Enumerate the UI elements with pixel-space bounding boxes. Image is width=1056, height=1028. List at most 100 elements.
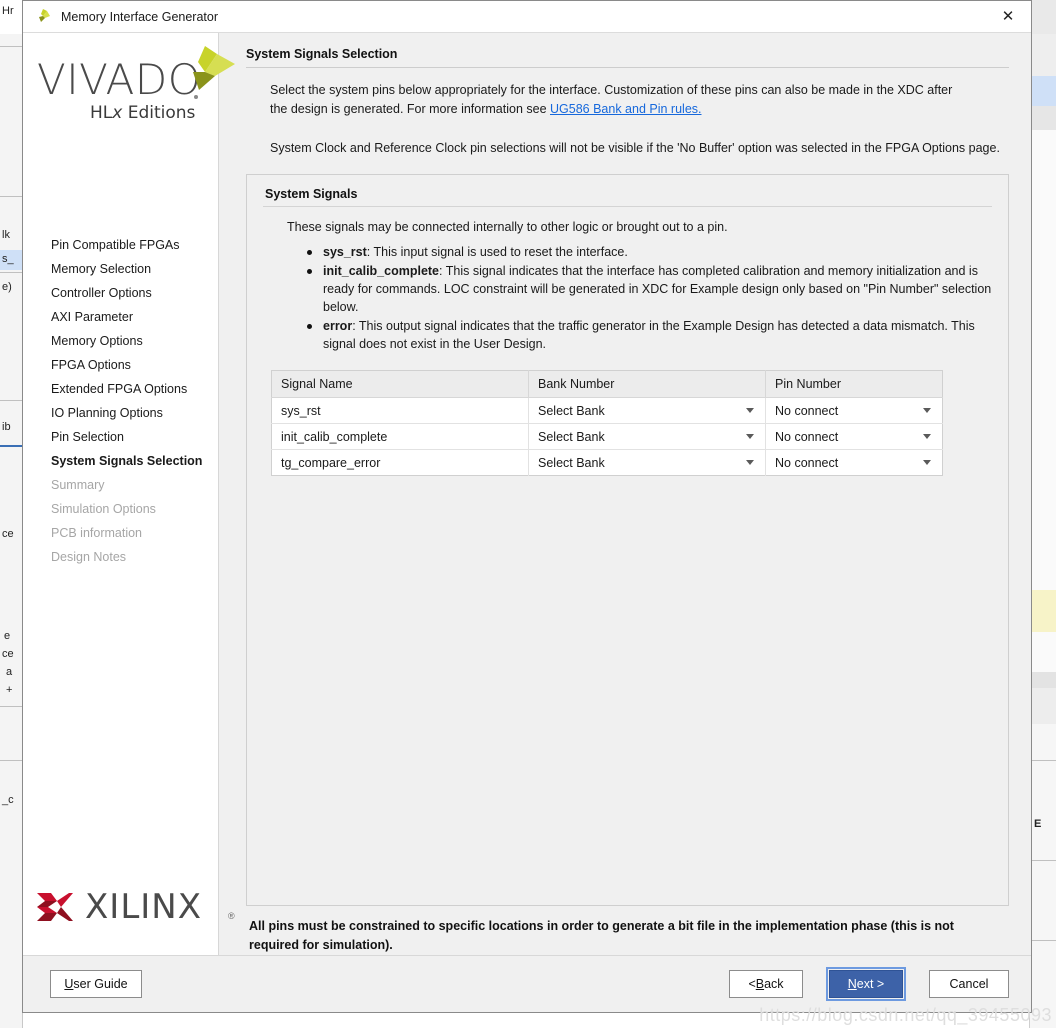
- bank-select-value: Select Bank: [538, 403, 605, 418]
- chevron-down-icon: [746, 408, 754, 413]
- intro-paragraph: Select the system pins below appropriate…: [270, 81, 970, 119]
- intro-note: System Clock and Reference Clock pin sel…: [270, 141, 1000, 155]
- column-header-bank-number: Bank Number: [528, 370, 766, 398]
- cell-bank-number: Select Bank: [528, 449, 766, 476]
- close-icon: ✕: [1001, 7, 1015, 25]
- user-guide-button[interactable]: User Guide: [50, 970, 142, 998]
- table-row: init_calib_complete Select Bank No conne…: [271, 423, 943, 450]
- chevron-down-icon: [746, 434, 754, 439]
- next-label: ext >: [856, 977, 885, 991]
- sidebar-item-fpga-options[interactable]: FPGA Options: [23, 353, 218, 377]
- chevron-down-icon: [923, 460, 931, 465]
- chevron-down-icon: [923, 408, 931, 413]
- bullet-term-sys-rst: sys_rst: [323, 245, 367, 259]
- window-title: Memory Interface Generator: [61, 9, 219, 24]
- back-label: ack: [764, 977, 784, 991]
- user-guide-label: ser Guide: [73, 977, 128, 991]
- wizard-sidebar: VIVADO HLx Editions Pin Compatible FPGAs…: [23, 33, 235, 955]
- dialog-button-bar: User Guide < Back Next > Cancel: [23, 955, 1031, 1012]
- vivado-edition-prefix: HL: [90, 103, 113, 123]
- memory-interface-generator-dialog: Memory Interface Generator ✕ VIVADO HLx …: [22, 0, 1032, 1013]
- bullet-text-error: : This output signal indicates that the …: [323, 319, 975, 351]
- cell-pin-number: No connect: [765, 449, 943, 476]
- chevron-down-icon: [746, 460, 754, 465]
- sidebar-item-pin-compatible-fpgas[interactable]: Pin Compatible FPGAs: [23, 233, 218, 257]
- screen: Hr lk s_ e) ib ce e ce a + _c E Memory I…: [0, 0, 1056, 1028]
- cell-pin-number: No connect: [765, 397, 943, 424]
- column-header-pin-number: Pin Number: [765, 370, 943, 398]
- system-signals-table: Signal Name Bank Number Pin Number sys_r…: [271, 370, 943, 476]
- bank-select-tg-compare-error[interactable]: Select Bank: [538, 456, 756, 470]
- sidebar-item-controller-options[interactable]: Controller Options: [23, 281, 218, 305]
- cell-signal-name: init_calib_complete: [271, 423, 529, 450]
- cell-bank-number: Select Bank: [528, 423, 766, 450]
- group-divider: [263, 206, 992, 207]
- bank-select-sys-rst[interactable]: Select Bank: [538, 404, 756, 418]
- bank-select-init-calib-complete[interactable]: Select Bank: [538, 430, 756, 444]
- sidebar-item-memory-selection[interactable]: Memory Selection: [23, 257, 218, 281]
- dialog-body: VIVADO HLx Editions Pin Compatible FPGAs…: [23, 33, 1031, 955]
- title-bar: Memory Interface Generator ✕: [23, 1, 1031, 33]
- vivado-wordmark: VIVADO: [37, 55, 202, 104]
- back-mnemonic: B: [755, 977, 765, 991]
- list-item: init_calib_complete: This signal indicat…: [307, 262, 992, 316]
- bank-select-value: Select Bank: [538, 455, 605, 470]
- vivado-dot: [194, 95, 198, 99]
- sidebar-item-axi-parameter[interactable]: AXI Parameter: [23, 305, 218, 329]
- xilinx-wordmark: XILINX: [85, 887, 203, 927]
- bullet-text-sys-rst: : This input signal is used to reset the…: [366, 245, 628, 259]
- vivado-pinwheel-mark-icon: [183, 44, 237, 92]
- pin-select-value: No connect: [775, 403, 839, 418]
- sidebar-item-design-notes: Design Notes: [51, 550, 127, 564]
- vivado-logo: VIVADO HLx Editions: [23, 33, 235, 177]
- sidebar-item-simulation-options: Simulation Options: [51, 502, 156, 516]
- wizard-steps: Pin Compatible FPGAs Memory Selection Co…: [23, 233, 218, 569]
- vivado-edition-x: x: [112, 103, 123, 123]
- sidebar-item-summary: Summary: [51, 478, 105, 492]
- bullet-term-init-calib-complete: init_calib_complete: [323, 264, 440, 278]
- vivado-pinwheel-icon: [34, 8, 52, 26]
- xilinx-logo: XILINX ®: [23, 881, 235, 933]
- wizard-page: System Signals Selection Select the syst…: [219, 33, 1031, 955]
- ug586-link[interactable]: UG586 Bank and Pin rules.: [550, 102, 701, 116]
- background-window-right: E: [1029, 0, 1056, 1028]
- back-prefix: <: [748, 977, 756, 991]
- xilinx-x-icon: [35, 887, 75, 927]
- sidebar-item-memory-options[interactable]: Memory Options: [23, 329, 218, 353]
- pin-select-tg-compare-error[interactable]: No connect: [775, 456, 933, 470]
- background-window-left: Hr lk s_ e) ib ce e ce a + _c: [0, 0, 23, 1028]
- pin-select-value: No connect: [775, 429, 839, 444]
- table-row: sys_rst Select Bank No connect: [271, 397, 943, 424]
- sidebar-item-pin-selection[interactable]: Pin Selection: [23, 425, 218, 449]
- cell-signal-name: tg_compare_error: [271, 449, 529, 476]
- back-button[interactable]: < Back: [729, 970, 803, 998]
- title-divider: [246, 67, 1009, 68]
- next-button[interactable]: Next >: [826, 967, 906, 1001]
- chevron-down-icon: [923, 434, 931, 439]
- signal-description-list: sys_rst: This input signal is used to re…: [307, 243, 992, 354]
- sidebar-item-extended-fpga-options[interactable]: Extended FPGA Options: [23, 377, 218, 401]
- cell-signal-name: sys_rst: [271, 397, 529, 424]
- pin-select-sys-rst[interactable]: No connect: [775, 404, 933, 418]
- list-item: error: This output signal indicates that…: [307, 317, 992, 353]
- cancel-button[interactable]: Cancel: [929, 970, 1009, 998]
- bullet-term-error: error: [323, 319, 353, 333]
- list-item: sys_rst: This input signal is used to re…: [307, 243, 992, 261]
- table-header-row: Signal Name Bank Number Pin Number: [271, 370, 943, 398]
- xilinx-registered-mark: ®: [228, 911, 235, 921]
- table-row: tg_compare_error Select Bank No connect: [271, 449, 943, 476]
- close-button[interactable]: ✕: [985, 1, 1031, 31]
- vivado-edition-label: HLx Editions: [90, 103, 195, 123]
- sidebar-item-pcb-information: PCB information: [51, 526, 143, 540]
- sidebar-item-io-planning-options[interactable]: IO Planning Options: [23, 401, 218, 425]
- page-title: System Signals Selection: [246, 47, 398, 61]
- vivado-edition-suffix: Editions: [122, 103, 196, 123]
- constraint-footnote: All pins must be constrained to specific…: [249, 919, 954, 952]
- column-header-signal-name: Signal Name: [271, 370, 529, 398]
- group-title: System Signals: [265, 187, 358, 201]
- sidebar-item-system-signals-selection[interactable]: System Signals Selection: [23, 449, 218, 473]
- cell-pin-number: No connect: [765, 423, 943, 450]
- user-guide-mnemonic: U: [64, 977, 74, 991]
- pin-select-init-calib-complete[interactable]: No connect: [775, 430, 933, 444]
- cell-bank-number: Select Bank: [528, 397, 766, 424]
